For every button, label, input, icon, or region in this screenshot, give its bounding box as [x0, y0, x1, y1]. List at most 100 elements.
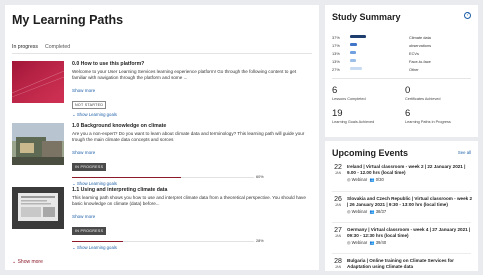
tab-divider: [12, 53, 312, 54]
upcoming-events-title: Upcoming Events: [332, 148, 409, 158]
event-divider: [332, 222, 471, 223]
course-thumbnail-image: [12, 123, 64, 165]
event-divider: [332, 253, 471, 254]
show-more-paths-label: Show more: [17, 259, 43, 265]
topic-stat-label: Other: [409, 66, 419, 72]
event-title[interactable]: Germany | Virtual classroom - week 4 | 2…: [347, 227, 474, 239]
event-date: 28 JAN: [332, 258, 344, 269]
participants-icon: 👥: [369, 176, 375, 182]
course-thumbnail[interactable]: [12, 123, 64, 165]
show-learning-goals-link[interactable]: ⌄ Show Learning goals: [72, 245, 312, 251]
event-date: 22 JAN: [332, 164, 344, 175]
kpi-label: Lessons Completed: [332, 97, 366, 101]
course-card[interactable]: 1.1 Using and interpreting climate data …: [12, 187, 316, 250]
course-description: Are you a non-expert? Do you want to lea…: [72, 131, 305, 143]
course-text: 1.1 Using and interpreting climate data …: [72, 187, 312, 251]
event-day: 26: [334, 196, 342, 203]
progress-bar: 60%: [72, 175, 312, 180]
show-learning-goals-label: Show Learning goals: [76, 181, 117, 186]
event-body: Germany | Virtual classroom - week 4 | 2…: [347, 227, 474, 245]
chevron-down-icon: ⌄: [72, 245, 76, 250]
event-body: Slovakia and Czech Republic | Virtual cl…: [347, 196, 474, 214]
topic-stat-row: 37% Climate data: [332, 34, 472, 40]
course-card[interactable]: 1.0 Background knowledge on climate Are …: [12, 123, 316, 186]
progress-track: [72, 176, 254, 178]
course-title[interactable]: 0.0 How to use this platform?: [72, 61, 312, 67]
topic-stat-row: 13% Face-to-face: [332, 58, 472, 64]
event-type: Webinar: [351, 208, 368, 214]
event-day: 22: [334, 164, 342, 171]
topic-stat-label: ECVs: [409, 50, 419, 56]
show-more-link[interactable]: Show more: [72, 150, 312, 155]
topic-stat-track: [350, 59, 404, 62]
topic-stat-bar: [350, 67, 362, 70]
event-type: Webinar: [351, 239, 368, 245]
topic-stat-track: [350, 51, 404, 54]
webinar-icon: ◎: [347, 208, 351, 214]
study-summary-title: Study Summary: [332, 12, 401, 22]
summary-divider: [332, 78, 471, 79]
kpi-certificates-achieved: 0 Certificates Achieved: [405, 85, 475, 101]
event-month: JAN: [334, 171, 342, 175]
study-summary-panel: Study Summary ? 37% Climate data 17% observ…: [325, 5, 478, 137]
course-description: This learning path shows you how to use …: [72, 195, 306, 207]
event-meta: ◎ Webinar 👥 38/37: [347, 209, 474, 214]
participants-icon: 👥: [369, 239, 375, 245]
kpi-learning-paths-in-progress: 6 Learning Paths in Progress: [405, 108, 475, 124]
show-learning-goals-label: Show Learning goals: [76, 112, 117, 117]
webinar-icon: ◎: [347, 176, 351, 182]
progress-percent: 60%: [256, 175, 264, 179]
topic-stat-track: [350, 35, 404, 38]
show-more-link[interactable]: Show more: [72, 214, 312, 219]
show-more-link[interactable]: Show more: [72, 88, 312, 93]
progress-track: [72, 240, 254, 242]
event-capacity: 38/37: [375, 208, 387, 214]
show-learning-goals-label: Show Learning goals: [76, 245, 117, 250]
show-more-paths-button[interactable]: ⌄ Show more: [12, 259, 43, 265]
topic-stat-bar: [350, 35, 366, 38]
topic-stat-percent: 13%: [332, 50, 340, 56]
event-title[interactable]: Ireland | Virtual classroom - week 2 | 2…: [347, 164, 474, 176]
event-month: JAN: [334, 203, 342, 207]
chevron-down-icon: ⌄: [12, 259, 17, 265]
see-all-link[interactable]: See all: [458, 150, 471, 155]
help-icon[interactable]: ?: [464, 12, 471, 19]
progress-fill: [72, 176, 182, 178]
status-badge: NOT STARTED: [72, 101, 107, 109]
course-thumbnail[interactable]: [11, 61, 65, 103]
show-learning-goals-link[interactable]: ⌄ Show Learning goals: [72, 112, 312, 118]
kpi-value: 19: [332, 108, 343, 119]
course-title[interactable]: 1.0 Background knowledge on climate: [72, 123, 312, 129]
topic-stat-percent: 37%: [332, 34, 340, 40]
event-month: JAN: [334, 234, 342, 238]
course-title[interactable]: 1.1 Using and interpreting climate data: [72, 187, 312, 193]
topic-stat-label: Climate data: [409, 34, 431, 40]
tab-completed[interactable]: Completed: [45, 44, 70, 53]
status-badge: IN PROGRESS: [72, 163, 107, 171]
topic-stat-row: 27% Other: [332, 66, 472, 72]
event-capacity: 39/40: [375, 239, 387, 245]
event-body: Bulgaria | Online training on Climate Se…: [347, 258, 474, 270]
course-thumbnail[interactable]: [12, 187, 64, 229]
event-day: 27: [334, 227, 342, 234]
event-month: JAN: [334, 265, 342, 269]
progress-fill: [72, 240, 123, 242]
event-title[interactable]: Bulgaria | Online training on Climate Se…: [347, 258, 474, 270]
kpi-label: Learning Paths in Progress: [405, 120, 451, 124]
topic-stat-bar: [350, 51, 356, 54]
progress-percent: 28%: [256, 239, 264, 243]
topic-stat-row: 13% ECVs: [332, 50, 472, 56]
course-card[interactable]: 0.0 How to use this platform? Welcome to…: [11, 61, 316, 118]
kpi-value: 6: [332, 85, 338, 96]
topic-stat-track: [350, 43, 404, 46]
event-type: Webinar: [351, 176, 368, 182]
kpi-lessons-completed: 6 Lessons Completed: [332, 85, 402, 101]
event-title[interactable]: Slovakia and Czech Republic | Virtual cl…: [347, 196, 474, 208]
kpi-label: Learning Goals Achieved: [332, 120, 375, 124]
page-title: My Learning Paths: [12, 13, 124, 27]
topic-stat-percent: 27%: [332, 66, 340, 72]
event-date: 27 JAN: [332, 227, 344, 238]
chevron-down-icon: ⌄: [72, 181, 76, 186]
event-divider: [332, 191, 471, 192]
kpi-label: Certificates Achieved: [405, 97, 441, 101]
